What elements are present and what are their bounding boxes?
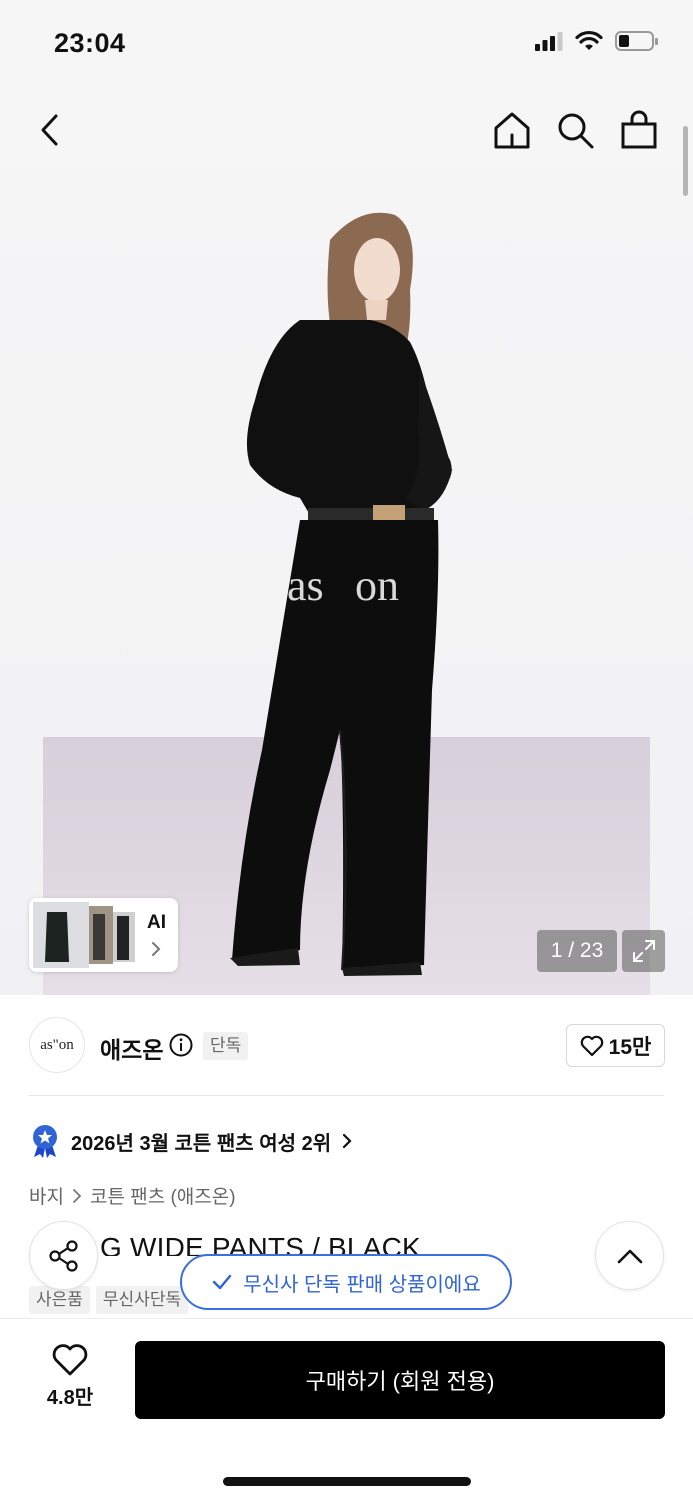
ranking-badge-icon bbox=[33, 1125, 57, 1158]
cellular-signal-icon bbox=[535, 32, 563, 51]
chevron-right-icon bbox=[73, 1188, 82, 1203]
tag-exclusive: 무신사단독 bbox=[95, 1286, 189, 1314]
tag-gift: 사은품 bbox=[29, 1286, 90, 1314]
home-indicator bbox=[223, 1477, 471, 1486]
chevron-left-icon bbox=[41, 114, 58, 146]
ranking-link[interactable]: 2026년 3월 코튼 팬츠 여성 2위 bbox=[29, 1122, 353, 1160]
similar-items-thumbnails bbox=[33, 902, 135, 968]
brand-name[interactable]: 애즈온 bbox=[100, 1031, 163, 1065]
wishlist-count: 4.8만 bbox=[46, 1387, 94, 1409]
buy-button[interactable]: 구매하기 (회원 전용) bbox=[135, 1341, 665, 1419]
toast-text: 무신사 단독 판매 상품이에요 bbox=[243, 1273, 481, 1296]
exclusive-sale-toast: 무신사 단독 판매 상품이에요 bbox=[180, 1254, 512, 1310]
exclusive-badge: 단독 bbox=[203, 1032, 249, 1060]
brand-like-button[interactable]: 15만 bbox=[566, 1024, 665, 1067]
ranking-text: 2026년 3월 코튼 팬츠 여성 2위 bbox=[71, 1132, 332, 1155]
cart-button[interactable] bbox=[617, 108, 661, 152]
breadcrumb: 바지 코튼 팬츠 (애즈온) bbox=[29, 1182, 236, 1209]
wishlist-button[interactable]: 4.8만 bbox=[29, 1343, 111, 1423]
ai-similar-items-card[interactable]: AI bbox=[29, 898, 178, 972]
product-image-carousel[interactable]: as on AI 1 / 23 bbox=[0, 170, 693, 995]
search-icon bbox=[558, 113, 594, 149]
chevron-right-icon bbox=[152, 942, 161, 956]
ai-label: AI bbox=[147, 912, 166, 933]
expand-image-button[interactable] bbox=[622, 930, 665, 972]
shopping-bag-icon bbox=[621, 110, 657, 149]
scroll-to-top-button[interactable] bbox=[595, 1221, 664, 1290]
status-icons bbox=[535, 30, 659, 52]
share-button[interactable] bbox=[29, 1221, 98, 1290]
home-icon bbox=[494, 112, 530, 149]
share-icon bbox=[48, 1239, 78, 1272]
heart-icon bbox=[580, 1035, 603, 1056]
status-bar: 23:04 bbox=[0, 0, 693, 90]
back-button[interactable] bbox=[28, 108, 72, 152]
product-tags: 사은품 무신사단독 bbox=[29, 1286, 189, 1314]
scroll-indicator[interactable] bbox=[683, 126, 688, 196]
pants-print-right: on bbox=[355, 561, 399, 610]
chevron-up-icon bbox=[617, 1249, 642, 1263]
pants-print-left: as bbox=[287, 561, 324, 610]
divider bbox=[29, 1095, 664, 1096]
image-counter: 1 / 23 bbox=[537, 930, 617, 972]
brand-row: as"on 애즈온 단독 15만 bbox=[0, 995, 693, 1095]
search-button[interactable] bbox=[553, 108, 597, 152]
breadcrumb-category[interactable]: 바지 bbox=[29, 1182, 64, 1209]
status-time: 23:04 bbox=[54, 28, 126, 58]
checkmark-icon bbox=[213, 1274, 232, 1290]
heart-icon bbox=[52, 1344, 88, 1376]
home-button[interactable] bbox=[490, 108, 534, 152]
model-figure-image bbox=[230, 212, 452, 976]
info-icon[interactable] bbox=[169, 1033, 193, 1057]
navigation-bar bbox=[0, 90, 693, 170]
bottom-action-bar: 4.8만 구매하기 (회원 전용) bbox=[0, 1318, 693, 1500]
brand-like-count: 15만 bbox=[608, 1035, 652, 1059]
brand-logo[interactable]: as"on bbox=[29, 1017, 85, 1073]
breadcrumb-subcategory[interactable]: 코튼 팬츠 (애즈온) bbox=[90, 1182, 236, 1209]
wifi-icon bbox=[575, 30, 603, 50]
expand-icon bbox=[632, 940, 655, 962]
chevron-right-icon bbox=[343, 1133, 352, 1149]
battery-icon bbox=[615, 31, 658, 51]
product-title: G WIDE PANTS / BLACK bbox=[100, 1232, 421, 1256]
product-title-clip: G WIDE PANTS / BLACK bbox=[0, 1230, 693, 1256]
